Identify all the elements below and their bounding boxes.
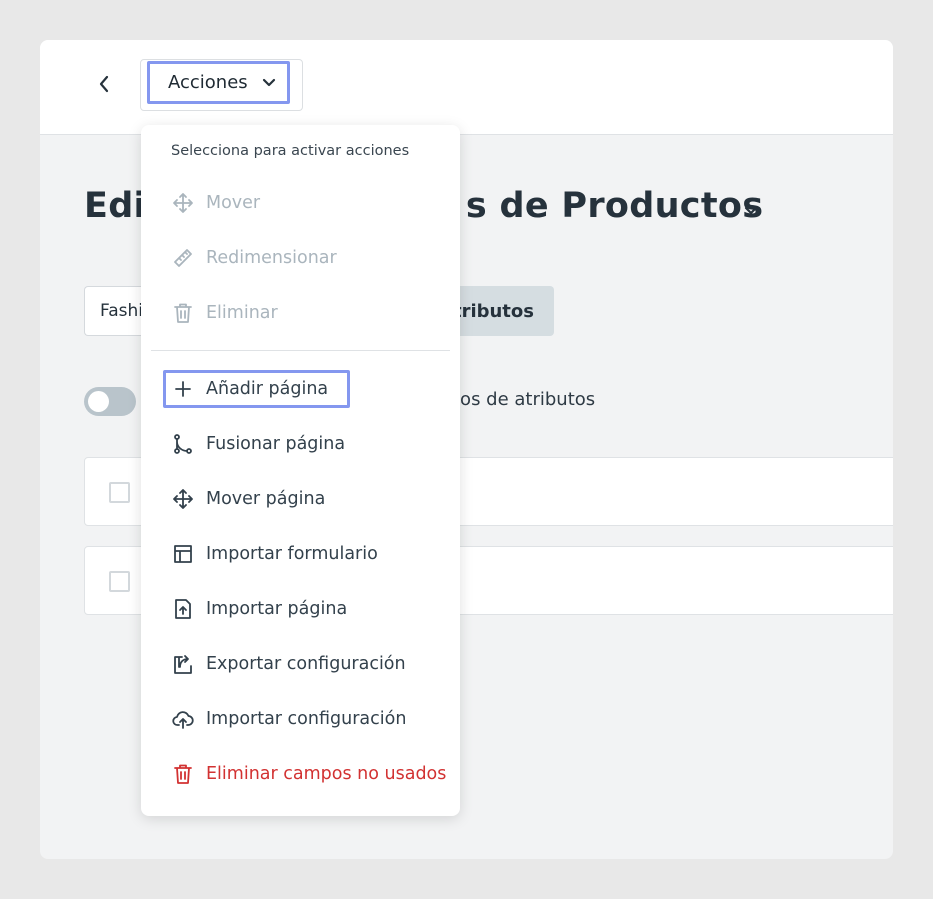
menu-item-label: Mover página [206, 489, 326, 509]
actions-dropdown-button[interactable]: Acciones [147, 61, 290, 104]
menu-item-label: Importar formulario [206, 544, 378, 564]
ruler-icon [172, 247, 194, 269]
menu-item-importar-configuracion[interactable]: Importar configuración [163, 699, 448, 739]
file-upload-icon [172, 598, 194, 620]
menu-item-exportar-configuracion[interactable]: Exportar configuración [163, 644, 448, 684]
export-icon [172, 653, 194, 675]
menu-item-fusionar-pagina[interactable]: Fusionar página [163, 424, 448, 464]
attributes-toggle[interactable] [84, 387, 136, 416]
menu-item-eliminar-campos-no-usados[interactable]: Eliminar campos no usados [163, 754, 448, 794]
title-dropdown-button[interactable] [740, 200, 762, 222]
menu-item-mover-pagina[interactable]: Mover página [163, 479, 448, 519]
menu-divider [151, 350, 450, 351]
menu-item-label: Eliminar campos no usados [206, 764, 447, 784]
menu-item-importar-pagina[interactable]: Importar página [163, 589, 448, 629]
menu-item-label: Exportar configuración [206, 654, 406, 674]
menu-item-label: Eliminar [206, 303, 278, 323]
move-icon [172, 488, 194, 510]
back-button[interactable] [92, 70, 116, 98]
top-toolbar: Acciones [40, 40, 893, 135]
toggle-knob [88, 391, 109, 412]
menu-item-redimensionar[interactable]: Redimensionar [163, 238, 448, 278]
page-title-end: s de Productos [465, 186, 764, 226]
menu-item-label: Mover [206, 193, 261, 213]
chevron-left-icon [98, 75, 110, 93]
trash-icon [172, 302, 194, 324]
row-checkbox[interactable] [109, 482, 130, 503]
menu-item-importar-formulario[interactable]: Importar formulario [163, 534, 448, 574]
menu-item-label: Importar configuración [206, 709, 407, 729]
move-icon [172, 192, 194, 214]
page-title-start: Edi [84, 186, 146, 226]
actions-label: Acciones [168, 72, 248, 93]
row-checkbox[interactable] [109, 571, 130, 592]
cloud-upload-icon [172, 708, 194, 730]
menu-item-label: Fusionar página [206, 434, 346, 454]
layout-icon [172, 543, 194, 565]
actions-menu: Selecciona para activar acciones Mover R… [141, 125, 460, 816]
menu-item-label: Redimensionar [206, 248, 337, 268]
chevron-down-icon [262, 78, 276, 88]
merge-icon [172, 433, 194, 455]
attribute-set-value: Fashi [100, 301, 143, 321]
trash-icon [172, 763, 194, 785]
menu-header: Selecciona para activar acciones [171, 143, 410, 159]
menu-item-eliminar[interactable]: Eliminar [163, 293, 448, 333]
menu-item-anadir-pagina[interactable]: Añadir página [163, 369, 448, 409]
chevron-down-icon [744, 206, 758, 216]
menu-item-mover[interactable]: Mover [163, 183, 448, 223]
toggle-label: tos de atributos [453, 389, 596, 410]
menu-item-label: Importar página [206, 599, 348, 619]
plus-icon [172, 378, 194, 400]
menu-item-label: Añadir página [206, 379, 329, 399]
